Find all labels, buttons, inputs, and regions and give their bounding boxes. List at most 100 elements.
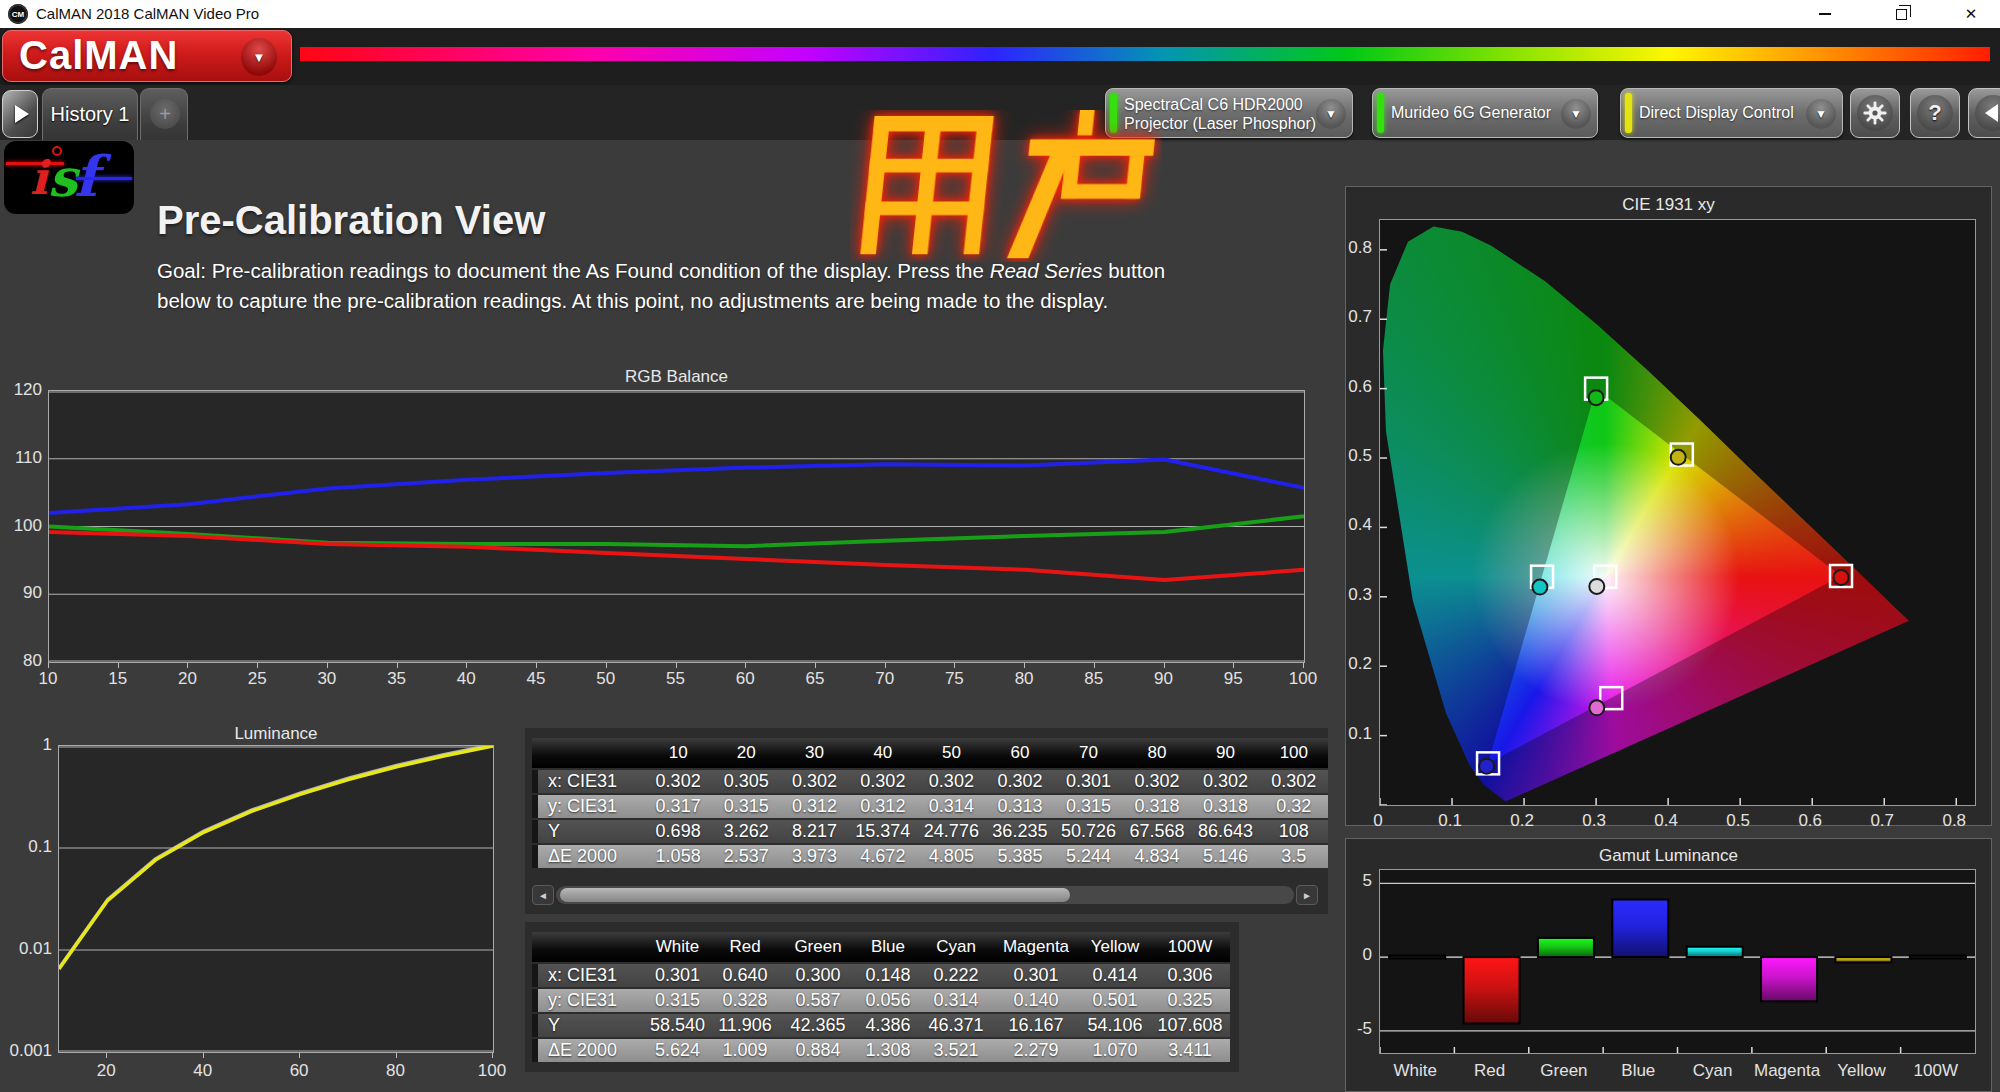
table-row: x: CIE310.3010.6400.3000.1480.2220.3010.…: [532, 964, 1230, 987]
rgb-xtick-label: 50: [584, 669, 628, 689]
table-cell: 3.521: [920, 1039, 992, 1062]
table-header-cell: 70: [1054, 738, 1123, 768]
gamut-category-label: Cyan: [1676, 1061, 1750, 1081]
rgb-xtick-label: 25: [235, 669, 279, 689]
restore-icon: [1896, 9, 1907, 20]
rgb-ytick-label: 80: [0, 651, 42, 671]
lum-xtick-label: 80: [374, 1061, 418, 1081]
source-dropdown-icon[interactable]: ▼: [1561, 99, 1591, 129]
nav-forward-button[interactable]: [2, 90, 38, 138]
table-header-cell: Cyan: [920, 932, 992, 962]
row-label: y: CIE31: [532, 989, 645, 1012]
cie-ytick-label: 0.5: [1338, 446, 1372, 466]
table-row: y: CIE310.3170.3150.3120.3120.3140.3130.…: [532, 795, 1328, 818]
table-cell: 58.540: [645, 1014, 710, 1037]
cie-xtick-label: 0.7: [1862, 811, 1902, 831]
close-icon: ✕: [1965, 5, 1978, 23]
gamut-table-panel: WhiteRedGreenBlueCyanMagentaYellow100Wx:…: [525, 922, 1239, 1072]
rgb-xtick: [1094, 663, 1095, 668]
table-cell: 2.279: [992, 1039, 1080, 1062]
table-cell: 50.726: [1054, 820, 1123, 843]
table-row: ΔE 20001.0582.5373.9734.6724.8055.3855.2…: [532, 845, 1328, 868]
luminance-title: Luminance: [58, 724, 494, 744]
table-header-cell: 100: [1260, 738, 1328, 768]
row-label: Y: [532, 1014, 645, 1037]
restore-button[interactable]: [1878, 0, 1924, 28]
gamut-category-label: Blue: [1601, 1061, 1675, 1081]
rgb-xtick-label: 20: [165, 669, 209, 689]
rgb-xtick-label: 35: [375, 669, 419, 689]
cie-xtick-label: 0.4: [1646, 811, 1686, 831]
row-label: x: CIE31: [532, 770, 644, 793]
table-cell: 0.312: [780, 795, 848, 818]
table-header-cell: 80: [1123, 738, 1192, 768]
isf-letter-s: s: [48, 147, 77, 208]
rgb-xtick: [466, 663, 467, 668]
luminance-chart: [58, 745, 494, 1053]
table-cell: 0.315: [712, 795, 780, 818]
table-cell: 0.640: [710, 964, 780, 987]
rgb-xtick-label: 75: [932, 669, 976, 689]
settings-button[interactable]: [1850, 88, 1900, 138]
scrollbar-thumb[interactable]: [560, 888, 1070, 902]
help-button[interactable]: ?: [1910, 88, 1960, 138]
rgb-xtick: [606, 663, 607, 668]
table-cell: 1.009: [710, 1039, 780, 1062]
row-label: Y: [532, 820, 644, 843]
table-cell: 3.262: [712, 820, 780, 843]
rgb-xtick-label: 90: [1142, 669, 1186, 689]
minimize-button[interactable]: [1802, 0, 1848, 28]
table-header-cell: 10: [644, 738, 712, 768]
table-cell: 0.325: [1150, 989, 1230, 1012]
cie-ytick-label: 0.3: [1338, 585, 1372, 605]
cie-xtick-label: 0.8: [1934, 811, 1974, 831]
calman-logo-button[interactable]: CalMAN ▼: [2, 30, 292, 82]
table-row: Y58.54011.90642.3654.38646.37116.16754.1…: [532, 1014, 1230, 1037]
tab-add-button[interactable]: +: [140, 88, 188, 140]
rgb-xtick-label: 85: [1072, 669, 1116, 689]
table-cell: 0.328: [710, 989, 780, 1012]
table-cell: 0.302: [644, 770, 712, 793]
scroll-right-button[interactable]: ►: [1296, 885, 1318, 905]
display-dropdown-icon[interactable]: ▼: [1806, 99, 1836, 129]
table-cell: 0.884: [780, 1039, 856, 1062]
watermark-chinese-user: [850, 110, 1162, 262]
gamut-ytick-label: 5: [1338, 871, 1372, 891]
table-cell: 16.167: [992, 1014, 1080, 1037]
gamut-luminance-chart: [1379, 869, 1976, 1054]
source-device-button[interactable]: Murideo 6G Generator ▼: [1372, 88, 1598, 138]
cie-ytick-label: 0.7: [1338, 307, 1372, 327]
table-cell: 107.608: [1150, 1014, 1230, 1037]
cie-xtick-label: 0.5: [1718, 811, 1758, 831]
source-device-label: Murideo 6G Generator: [1391, 103, 1551, 122]
meter-dropdown-icon[interactable]: ▼: [1316, 99, 1346, 129]
lum-ytick-label: 1: [0, 735, 52, 755]
table-cell: 0.222: [920, 964, 992, 987]
lum-xtick: [492, 1053, 493, 1058]
lum-xtick-label: 40: [181, 1061, 225, 1081]
table-cell: 0.312: [849, 795, 918, 818]
rgb-xtick: [187, 663, 188, 668]
titlebar: CM CalMAN 2018 CalMAN Video Pro ✕: [0, 0, 2000, 28]
rgb-xtick-label: 40: [444, 669, 488, 689]
cie-xtick-label: 0.2: [1502, 811, 1542, 831]
table-cell: 0.302: [849, 770, 918, 793]
gamut-category-label: 100W: [1899, 1061, 1973, 1081]
collapse-panel-button[interactable]: [1968, 88, 2000, 138]
close-button[interactable]: ✕: [1948, 0, 1994, 28]
table-cell: 5.385: [986, 845, 1055, 868]
rgb-xtick: [48, 663, 49, 668]
display-control-button[interactable]: Direct Display Control ▼: [1620, 88, 1843, 138]
table-cell: 46.371: [920, 1014, 992, 1037]
table-cell: 24.776: [917, 820, 986, 843]
table-cell: 0.501: [1080, 989, 1150, 1012]
gamut-category-label: White: [1378, 1061, 1452, 1081]
table-header-cell: Yellow: [1080, 932, 1150, 962]
cie-ytick-label: 0.8: [1338, 238, 1372, 258]
gamut-category-label: Green: [1527, 1061, 1601, 1081]
scroll-left-button[interactable]: ◄: [532, 885, 554, 905]
tab-history-1[interactable]: History 1: [42, 88, 138, 140]
brand-dropdown-icon[interactable]: ▼: [241, 38, 277, 76]
table-scrollbar[interactable]: [556, 886, 1294, 904]
table-cell: 3.973: [780, 845, 848, 868]
